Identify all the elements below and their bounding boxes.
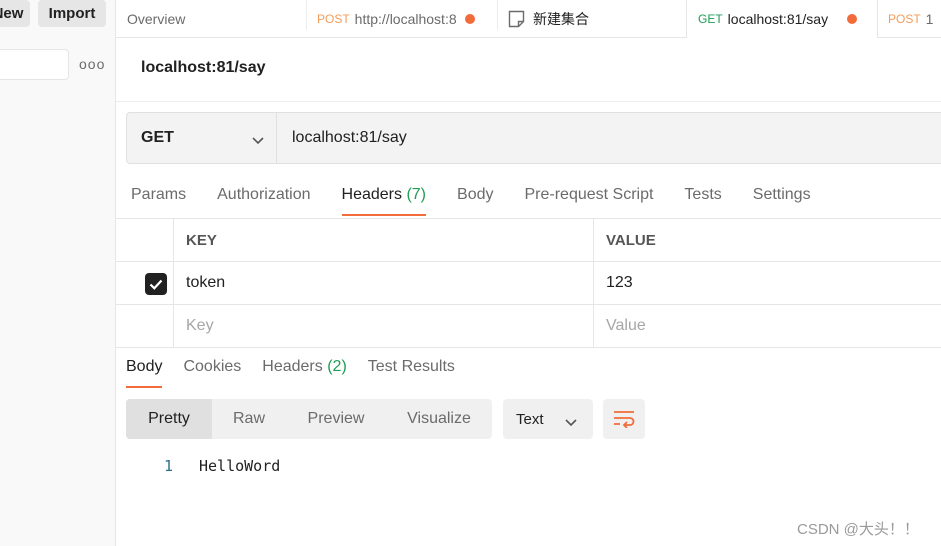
table-row: Key Value xyxy=(116,305,941,348)
tab-label: Overview xyxy=(127,11,186,27)
sidebar: New Import ooo xyxy=(0,0,116,546)
tab-label: 1 xyxy=(925,11,934,27)
wrap-lines-button[interactable] xyxy=(603,399,645,439)
key-column-header: KEY xyxy=(174,219,594,261)
method-value: GET xyxy=(141,129,174,146)
collection-icon xyxy=(508,10,525,28)
tab-post-1[interactable]: POST 1 xyxy=(888,0,941,38)
tab-bar: Overview POST http://localhost:8 新建集合 GE… xyxy=(116,0,941,38)
tab-label: http://localhost:8 xyxy=(354,11,457,27)
row-enabled-checkbox[interactable] xyxy=(145,273,167,295)
wrap-lines-icon xyxy=(614,411,635,428)
chevron-down-icon xyxy=(565,414,577,431)
tab-settings[interactable]: Settings xyxy=(753,186,811,216)
value-column-header: VALUE xyxy=(606,231,656,249)
tab-authorization[interactable]: Authorization xyxy=(217,186,310,216)
import-button[interactable]: Import xyxy=(38,0,106,27)
tab-overview[interactable]: Overview xyxy=(127,0,302,38)
line-number: 1 xyxy=(164,457,174,475)
chevron-down-icon xyxy=(252,132,264,150)
tab-label: 新建集合 xyxy=(533,11,589,27)
format-value: Text xyxy=(516,410,544,428)
watermark: CSDN @大头！！ xyxy=(797,521,919,538)
request-tabs: Params Authorization Headers (7) Body Pr… xyxy=(131,186,842,216)
tab-headers[interactable]: Headers (7) xyxy=(341,186,427,216)
pretty-button[interactable]: Pretty xyxy=(126,399,212,439)
tab-divider xyxy=(306,0,307,30)
response-tab-headers[interactable]: Headers (2) xyxy=(262,358,347,388)
url-bar: GET localhost:81/say xyxy=(126,112,941,164)
header-value-field[interactable]: 123 xyxy=(594,262,941,304)
tab-prerequest-script[interactable]: Pre-request Script xyxy=(524,186,653,216)
visualize-button[interactable]: Visualize xyxy=(386,399,492,439)
unsaved-dot-icon xyxy=(847,14,858,24)
response-body-text[interactable]: HelloWord xyxy=(199,457,280,475)
tab-post-localhost[interactable]: POST http://localhost:8 xyxy=(317,0,497,38)
get-method-label: GET xyxy=(698,12,723,26)
post-method-label: POST xyxy=(317,12,350,26)
row-checkbox-cell xyxy=(116,262,174,304)
response-headers-count-badge: (2) xyxy=(327,358,347,375)
tab-body[interactable]: Body xyxy=(457,186,493,216)
table-header-row: KEY VALUE xyxy=(116,219,941,262)
response-tab-body[interactable]: Body xyxy=(126,358,163,388)
post-method-label: POST xyxy=(888,12,921,26)
divider xyxy=(116,101,941,102)
tab-divider xyxy=(497,0,498,30)
view-mode-segmented-control: Pretty Raw Preview Visualize xyxy=(126,399,492,439)
row-checkbox-cell xyxy=(116,305,174,347)
new-button[interactable]: New xyxy=(0,0,30,27)
tab-tests[interactable]: Tests xyxy=(684,186,721,216)
preview-button[interactable]: Preview xyxy=(286,399,386,439)
raw-button[interactable]: Raw xyxy=(212,399,286,439)
method-select[interactable]: GET xyxy=(127,113,277,163)
response-tabs: Body Cookies Headers (2) Test Results xyxy=(126,358,476,388)
unsaved-dot-icon xyxy=(464,14,475,24)
tab-collection[interactable]: 新建集合 xyxy=(508,0,678,38)
tab-label: Headers xyxy=(262,358,323,375)
response-tab-cookies[interactable]: Cookies xyxy=(183,358,241,388)
headers-count-badge: (7) xyxy=(406,186,427,203)
tab-params[interactable]: Params xyxy=(131,186,186,216)
table-row: token 123 xyxy=(116,262,941,305)
new-value-field[interactable]: Value xyxy=(594,305,941,347)
response-tab-test-results[interactable]: Test Results xyxy=(368,358,455,388)
new-key-field[interactable]: Key xyxy=(174,305,594,347)
request-title[interactable]: localhost:81/say xyxy=(141,59,266,77)
tab-label: localhost:81/say xyxy=(727,11,829,27)
headers-table: KEY VALUE token 123 Key Value xyxy=(116,218,941,348)
more-options-icon[interactable]: ooo xyxy=(79,56,105,72)
sidebar-search-input[interactable] xyxy=(0,49,69,80)
header-key-field[interactable]: token xyxy=(174,262,594,304)
checkbox-column-header xyxy=(116,219,174,261)
tab-label: Headers xyxy=(341,186,402,203)
tab-get-localhost-say[interactable]: GET localhost:81/say xyxy=(686,0,878,38)
checkmark-icon xyxy=(149,279,163,290)
url-input[interactable]: localhost:81/say xyxy=(277,113,941,163)
format-select[interactable]: Text xyxy=(503,399,593,439)
